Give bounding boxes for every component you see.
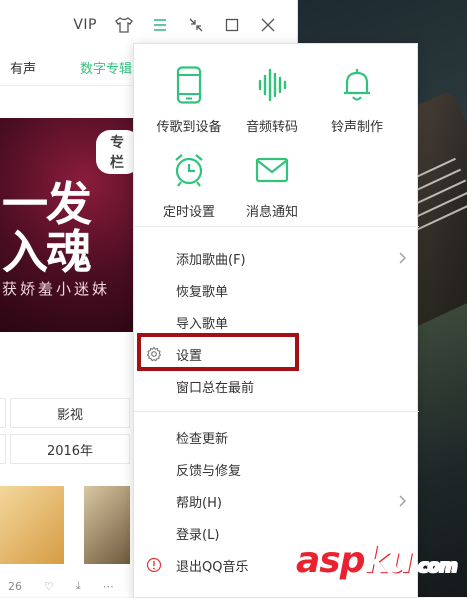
menu-item-label: 导入歌单: [176, 316, 229, 332]
heart-icon[interactable]: ♡: [44, 580, 54, 593]
vip-button[interactable]: VIP: [73, 16, 97, 34]
album-thumbnail[interactable]: [0, 486, 64, 564]
download-icon[interactable]: ⤓: [76, 579, 81, 593]
menu-item-label: 检查更新: [176, 431, 229, 447]
tool-label: 定时设置: [162, 205, 215, 220]
banner-title-line2: 入魂: [2, 225, 92, 279]
menu-divider: [134, 226, 419, 227]
tool-label: 铃声制作: [330, 120, 383, 135]
play-count: 26: [8, 579, 22, 593]
menu-item-label: 添加歌曲(F): [176, 252, 246, 268]
watermark: aspku.com 免费网站源码下载站!: [296, 540, 467, 597]
tool-transfer-to-device[interactable]: 传歌到设备: [144, 66, 234, 135]
audio-wave-icon: [258, 68, 287, 102]
main-menu-icon[interactable]: [151, 16, 169, 34]
menu-item-label: 退出QQ音乐: [176, 559, 249, 575]
menu-item-help[interactable]: 帮助(H): [134, 486, 419, 516]
tab-digital-album[interactable]: 数字专辑: [80, 58, 132, 77]
tool-audio-convert[interactable]: 音频转码: [227, 66, 317, 135]
banner-subtitle: 获娇羞小迷妹: [2, 280, 111, 298]
menu-item-label: 帮助(H): [176, 495, 222, 511]
tool-notifications[interactable]: 消息通知: [227, 151, 317, 220]
envelope-icon: [255, 157, 289, 183]
filter-cell[interactable]: [0, 434, 6, 464]
watermark-subtitle: 免费网站源码下载站!: [302, 584, 406, 597]
banner-title-line1: 一发: [2, 177, 92, 231]
comment-icon[interactable]: ⋯: [103, 580, 114, 593]
skin-icon[interactable]: [115, 16, 133, 34]
banner-title: 一发 入魂: [2, 177, 92, 279]
menu-item-feedback-repair[interactable]: 反馈与修复: [134, 454, 419, 484]
album-thumbnail[interactable]: [84, 486, 130, 564]
maximize-icon[interactable]: [223, 16, 241, 34]
filter-cell[interactable]: [0, 398, 6, 428]
phone-icon: [176, 66, 202, 104]
alarm-clock-icon: [175, 154, 203, 187]
menu-item-label: 窗口总在最前: [176, 380, 255, 396]
tab-audio[interactable]: 有声: [10, 58, 36, 77]
mini-mode-icon[interactable]: [187, 16, 205, 34]
tool-timer[interactable]: 定时设置: [144, 151, 234, 220]
menu-item-label: 反馈与修复: [176, 463, 242, 479]
watermark-logo: aspku.com: [296, 540, 458, 581]
menu-item-restore-playlist[interactable]: 恢复歌单: [134, 275, 419, 305]
tool-label: 消息通知: [245, 205, 298, 220]
filter-year[interactable]: 2016年: [10, 434, 130, 464]
chevron-right-icon: [399, 252, 406, 264]
watermark-asp: asp: [296, 540, 365, 581]
exit-icon: [146, 557, 162, 573]
bell-icon: [344, 69, 370, 101]
filter-film[interactable]: 影视: [10, 398, 130, 428]
settings-highlight-box: [137, 333, 299, 371]
tool-ringtone[interactable]: 铃声制作: [312, 66, 402, 135]
menu-item-label: 恢复歌单: [176, 284, 229, 300]
chevron-right-icon: [399, 495, 406, 507]
watermark-com: .com: [412, 556, 458, 577]
menu-divider: [134, 411, 419, 412]
main-dropdown-menu: 传歌到设备 音频转码 铃声制作 定时设置 消息通知 添加歌曲(F) 恢复歌单 导…: [133, 43, 419, 598]
menu-item-add-songs[interactable]: 添加歌曲(F): [134, 243, 419, 273]
menu-item-always-on-top[interactable]: 窗口总在最前: [134, 371, 419, 401]
watermark-ku: ku: [364, 540, 414, 581]
tool-label: 音频转码: [245, 120, 298, 135]
tool-label: 传歌到设备: [156, 120, 222, 135]
close-icon[interactable]: [259, 16, 277, 34]
menu-item-check-update[interactable]: 检查更新: [134, 422, 419, 452]
menu-item-label: 登录(L): [176, 527, 220, 543]
promo-banner[interactable]: 专栏 一发 入魂 获娇羞小迷妹: [0, 118, 140, 332]
